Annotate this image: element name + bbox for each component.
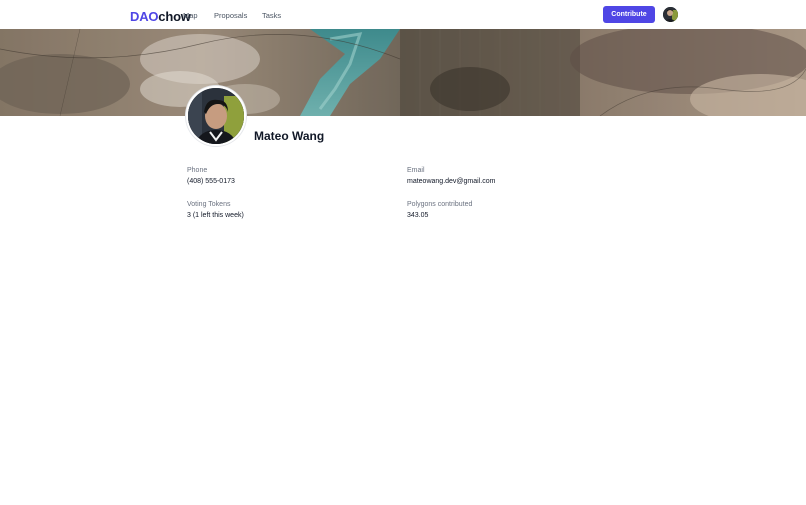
contribute-button[interactable]: Contribute bbox=[603, 6, 655, 23]
voting-tokens-value: 3 (1 left this week) bbox=[187, 212, 244, 219]
user-avatar-image bbox=[663, 7, 678, 22]
nav-link-tasks[interactable]: Tasks bbox=[262, 11, 281, 20]
logo-dao-text: DAO bbox=[130, 9, 159, 24]
polygons-contributed-label: Polygons contributed bbox=[407, 201, 473, 208]
email-label: Email bbox=[407, 167, 425, 174]
aerial-landscape-image bbox=[0, 29, 806, 116]
phone-value: (408) 555-0173 bbox=[187, 178, 235, 185]
nav-link-map[interactable]: Map bbox=[183, 11, 198, 20]
profile-photo-icon bbox=[186, 86, 246, 146]
aerial-landscape-banner bbox=[0, 29, 806, 116]
user-avatar-icon[interactable] bbox=[663, 7, 678, 22]
profile-name: Mateo Wang bbox=[254, 129, 325, 143]
email-value: mateowang.dev@gmail.com bbox=[407, 178, 496, 185]
polygons-contributed-value: 343.05 bbox=[407, 212, 429, 219]
phone-label: Phone bbox=[187, 167, 208, 174]
nav-link-proposals[interactable]: Proposals bbox=[214, 11, 247, 20]
voting-tokens-label: Voting Tokens bbox=[187, 201, 231, 208]
daochow-logo[interactable]: DAOchow bbox=[130, 9, 191, 24]
profile-photo-image bbox=[188, 88, 244, 144]
top-navigation-bar: DAOchow Map Proposals Tasks Contribute bbox=[0, 0, 806, 29]
